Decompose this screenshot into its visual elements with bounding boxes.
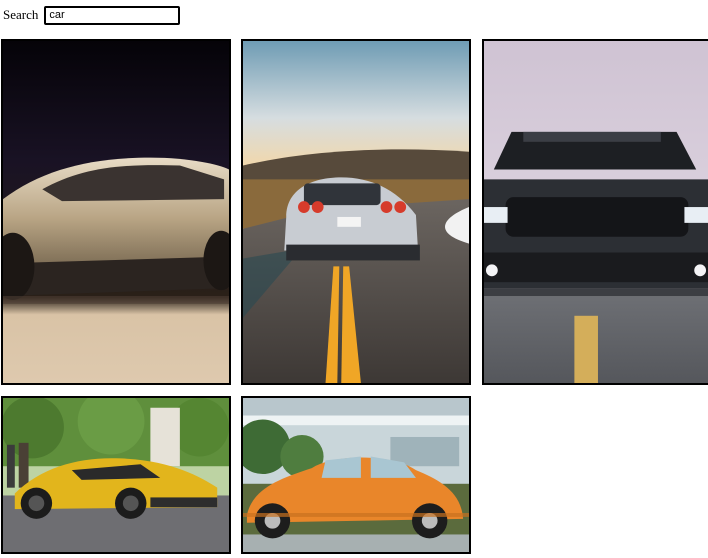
search-label: Search — [3, 7, 39, 22]
search-input[interactable] — [44, 5, 181, 25]
silver-sports-car-photo — [243, 41, 469, 383]
result-image-3[interactable] — [482, 39, 708, 385]
result-image-4[interactable] — [1, 396, 231, 554]
result-image-1[interactable] — [1, 39, 231, 385]
orange-beetle-photo — [243, 398, 469, 552]
result-image-2[interactable] — [241, 39, 471, 385]
beige-concept-car-photo — [3, 41, 229, 383]
result-image-5[interactable] — [241, 396, 471, 554]
yellow-supercar-photo — [3, 398, 229, 552]
search-bar: Search — [3, 5, 181, 25]
black-muscle-car-photo — [484, 41, 708, 383]
